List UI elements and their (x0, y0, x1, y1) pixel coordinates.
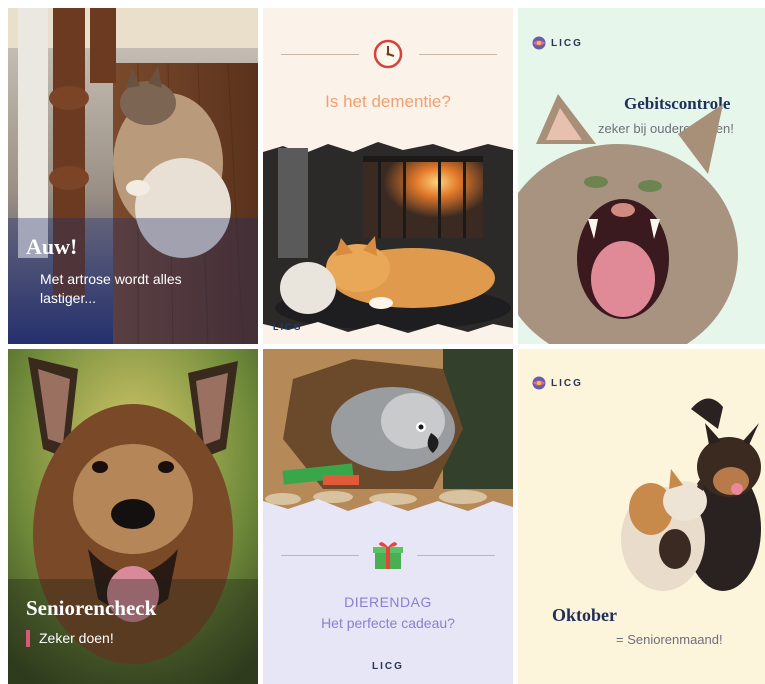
tile-animal-day[interactable]: DIERENDAG Het perfecte cadeau? LICG (263, 349, 513, 684)
divider-right (419, 54, 497, 55)
globe-emblem-icon (532, 36, 546, 50)
licg-logo-group: LICG (532, 36, 583, 50)
cat-by-fireplace-photo (263, 142, 513, 344)
tile-title: Seniorencheck (26, 596, 157, 620)
yawning-cat-photo (518, 94, 738, 344)
tile-title: DIERENDAG (344, 594, 432, 610)
accent-bar (26, 630, 30, 647)
tile-arthritis[interactable]: Auw! Met artrose wordt alles lastiger... (8, 8, 258, 344)
globe-emblem-icon (532, 376, 546, 390)
licg-logo: LICG (551, 377, 583, 389)
tile-title: Oktober (552, 605, 617, 625)
licg-logo-group: LICG (532, 376, 583, 390)
tile-senior-check[interactable]: Seniorencheck Zeker doen! (8, 349, 258, 684)
tile-october[interactable]: LICG Oktober = Seniorenmaand! (518, 349, 765, 684)
clock-icon (373, 39, 403, 69)
parrot-in-box-photo (263, 349, 513, 529)
divider-left (281, 54, 359, 55)
tile-subtitle: Met artrose wordt alles lastiger... (40, 271, 182, 306)
licg-logo: LICG (551, 37, 583, 49)
tile-subtitle: = Seniorenmaand! (616, 632, 723, 647)
gift-icon (373, 542, 403, 569)
tile-subtitle: Het perfecte cadeau? (321, 615, 455, 631)
tile-title: Auw! (26, 234, 78, 259)
tile-question: Is het dementie? (325, 92, 451, 111)
licg-logo: LICG (372, 661, 404, 672)
tile-dental[interactable]: LICG Gebitscontrole zeker bij oudere die… (518, 8, 765, 344)
cat-and-dog-photo (621, 398, 761, 591)
tile-subtitle: Zeker doen! (39, 630, 114, 646)
divider-left (281, 555, 359, 556)
licg-logo: LICG (273, 322, 303, 332)
divider-right (417, 555, 495, 556)
tile-dementia[interactable]: Is het dementie? LICG (263, 8, 513, 344)
